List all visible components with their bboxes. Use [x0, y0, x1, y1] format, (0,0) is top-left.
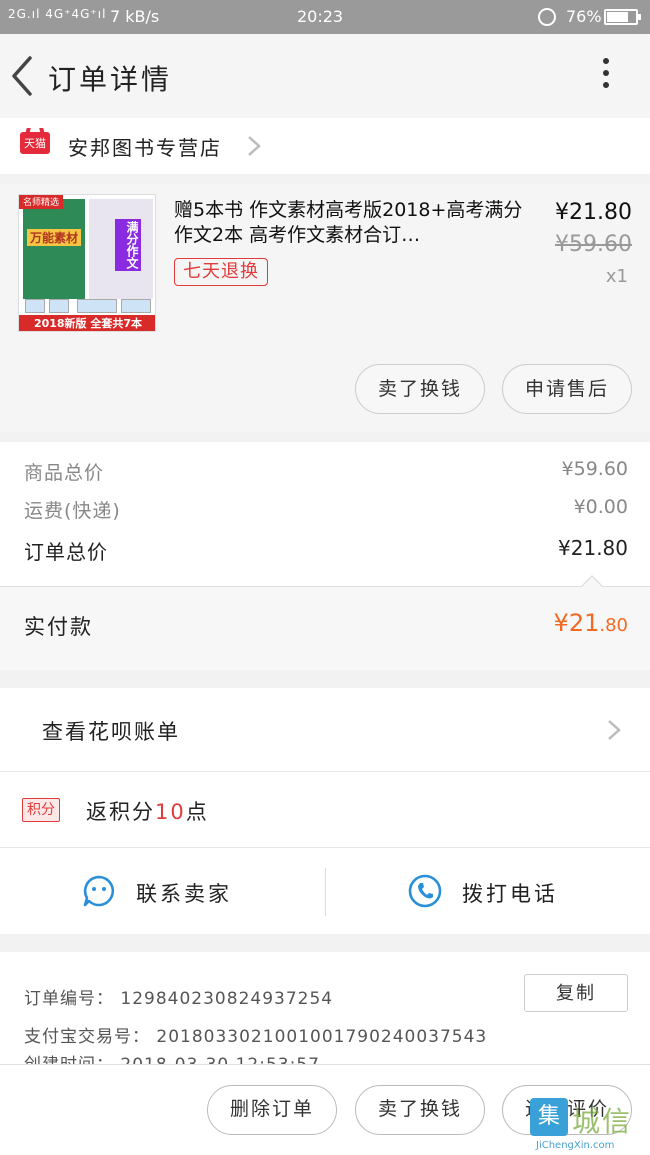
mini-book [49, 299, 69, 313]
mini-book [121, 299, 151, 313]
created-time: 创建时间： 2018-03-30 12:53:57 [24, 1050, 320, 1064]
summary-label: 商品总价 [24, 462, 105, 484]
net-speed: 7 kB/s [110, 7, 160, 26]
summary-value: ¥59.60 [561, 458, 628, 480]
points-badge: 积分 [22, 798, 60, 822]
store-name: 安邦图书专营店 [68, 136, 222, 160]
signal-indicator: 2G.ıl 4G⁺4G⁺ıl [8, 7, 107, 21]
copy-button[interactable]: 复制 [524, 974, 628, 1012]
book-cover-1: 万能素材 [23, 199, 85, 299]
corner-tag: 名师精选 [19, 195, 63, 209]
amount-paid-row: 实付款 ¥21.80 [0, 575, 650, 670]
tmall-logo: 天猫 [20, 132, 50, 154]
amount-paid-label: 实付款 [24, 615, 93, 639]
contact-seller-label: 联系卖家 [136, 882, 232, 906]
product-title[interactable]: 赠5本书 作文素材高考版2018+高考满分作文2本 高考作文素材合订… [174, 198, 526, 250]
unit-price: ¥21.80 [555, 200, 632, 225]
chat-bubble-icon [82, 874, 116, 908]
quantity: x1 [605, 266, 628, 287]
battery-fill [607, 12, 628, 22]
product-banner: 2018新版 全套共7本 [19, 315, 155, 331]
store-row[interactable]: 天猫 安邦图书专营店 [0, 118, 650, 174]
alipay-trade-number: 支付宝交易号： 2018033021001001790240037543 [24, 1027, 488, 1047]
watermark-box: 集 [530, 1098, 568, 1136]
amount-paid-decimal: .80 [599, 615, 628, 636]
seven-day-return-badge: 七天退换 [174, 258, 268, 286]
mini-book [77, 299, 117, 313]
contact-row: 联系卖家 拨打电话 [0, 848, 650, 934]
points-prefix: 返积分 [86, 800, 155, 824]
book-cover-1-label: 万能素材 [27, 229, 81, 246]
after-sale-button[interactable]: 申请售后 [502, 364, 632, 414]
summary-row-goods-total: 商品总价 ¥59.60 [0, 458, 650, 494]
back-arrow-icon[interactable] [8, 54, 38, 98]
contact-seller-button[interactable]: 联系卖家 [0, 848, 325, 934]
amount-paid-integer: ¥21 [553, 609, 600, 637]
battery-icon [604, 9, 641, 25]
product-thumbnail[interactable]: 万能素材 满分作文 名师精选 2018新版 全套共7本 [18, 194, 156, 332]
page-title: 订单详情 [48, 63, 173, 96]
chevron-right-icon [246, 134, 262, 162]
status-bar: 2G.ıl 4G⁺4G⁺ıl 7 kB/s 20:23 76% [0, 0, 650, 34]
original-price: ¥59.60 [555, 232, 632, 257]
order-info: 订单编号： 1298402308249372​54 支付宝交易号： 201803… [0, 952, 650, 1064]
battery-percent: 76% [566, 7, 602, 26]
watermark-logo: 集 城信 JiChengXin.com [530, 1098, 650, 1155]
more-menu-icon[interactable] [596, 58, 616, 96]
points-count: 10 [155, 800, 186, 824]
call-button[interactable]: 拨打电话 [326, 848, 650, 934]
price-summary: 商品总价 ¥59.60 运费(快递) ¥0.00 订单总价 ¥21.80 [0, 442, 650, 586]
product-card[interactable]: 万能素材 满分作文 名师精选 2018新版 全套共7本 赠5本书 作文素材高考版… [0, 184, 650, 432]
delete-order-button[interactable]: 删除订单 [207, 1085, 337, 1135]
points-suffix: 点 [185, 800, 209, 824]
call-label: 拨打电话 [462, 882, 558, 906]
huabei-bill-label: 查看花呗账单 [42, 720, 180, 744]
phone-icon [408, 874, 442, 908]
rotation-lock-icon [538, 8, 556, 26]
summary-value: ¥21.80 [558, 536, 628, 560]
points-text: 返积分10点 [86, 796, 209, 826]
book-cover-2-label: 满分作文 [115, 219, 141, 271]
order-number: 订单编号： 1298402308249372​54 [24, 989, 334, 1009]
app-header: 订单详情 [0, 34, 650, 118]
clock: 20:23 [297, 7, 344, 26]
book-cover-2: 满分作文 [89, 199, 153, 299]
chevron-right-icon [606, 718, 622, 746]
amount-paid-value: ¥21.80 [554, 609, 628, 637]
summary-value: ¥0.00 [573, 496, 628, 518]
summary-label: 运费(快递) [24, 500, 121, 522]
sell-for-money-button[interactable]: 卖了换钱 [355, 364, 485, 414]
summary-label: 订单总价 [24, 540, 108, 564]
watermark-cn: 城信 [572, 1105, 633, 1138]
summary-row-shipping: 运费(快递) ¥0.00 [0, 496, 650, 532]
mini-book [25, 299, 45, 313]
sell-for-money-button[interactable]: 卖了换钱 [355, 1085, 485, 1135]
huabei-bill-row[interactable]: 查看花呗账单 [0, 688, 650, 772]
summary-row-order-total: 订单总价 ¥21.80 [0, 536, 650, 572]
points-row: 积分 返积分10点 [0, 772, 650, 848]
watermark-en: JiChengXin.com [536, 1140, 615, 1151]
